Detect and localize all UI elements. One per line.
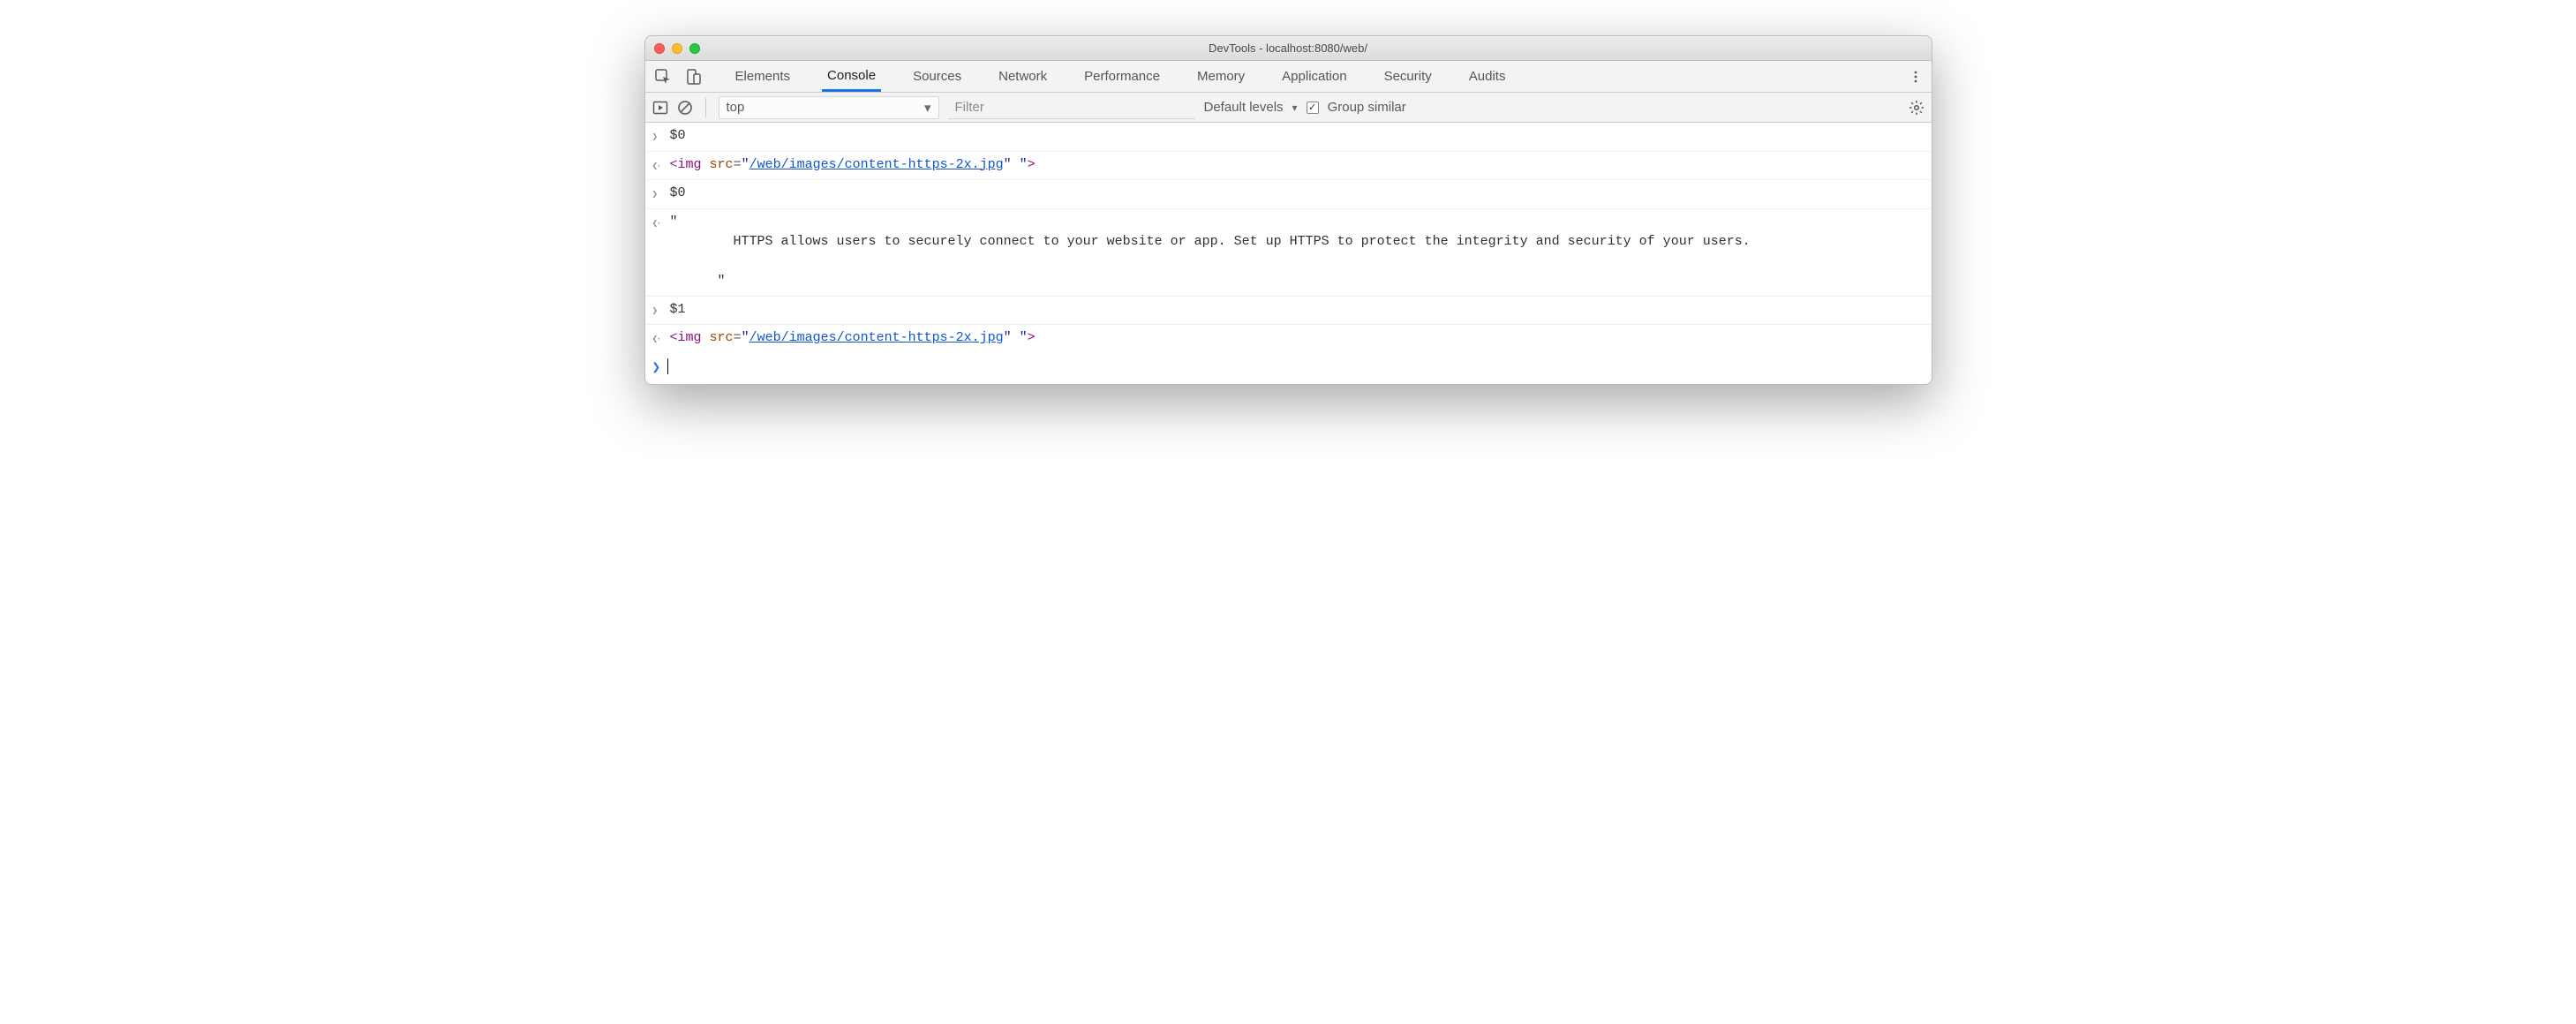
console-message: $1 bbox=[670, 300, 1923, 320]
tab-security[interactable]: Security bbox=[1379, 61, 1437, 92]
context-value: top bbox=[727, 100, 745, 115]
console-toolbar: top ▾ Default levels ✓ Group similar bbox=[645, 93, 1932, 123]
console-input-row: $0 bbox=[645, 123, 1932, 152]
tab-console[interactable]: Console bbox=[822, 61, 881, 92]
main-tabbar: Elements Console Sources Network Performance… bbox=[645, 61, 1932, 93]
console-message: <img src="/web/images/content-https-2x.j… bbox=[670, 328, 1923, 349]
inspect-element-icon[interactable] bbox=[651, 64, 675, 89]
titlebar: DevTools - localhost:8080/web/ bbox=[645, 36, 1932, 61]
log-levels-label: Default levels bbox=[1204, 100, 1284, 115]
gear-icon[interactable] bbox=[1909, 100, 1924, 116]
console-input-row: $1 bbox=[645, 297, 1932, 326]
input-marker-icon bbox=[652, 126, 670, 147]
console-input-row: $0 bbox=[645, 180, 1932, 209]
output-marker-icon bbox=[652, 155, 670, 177]
tab-application[interactable]: Application bbox=[1277, 61, 1352, 92]
prompt-caret-icon: ❯ bbox=[652, 358, 661, 375]
console-message: <img src="/web/images/content-https-2x.j… bbox=[670, 155, 1923, 176]
group-similar-label: Group similar bbox=[1328, 100, 1406, 115]
tab-elements[interactable]: Elements bbox=[730, 61, 796, 92]
link[interactable]: /web/images/content-https-2x.jpg bbox=[749, 157, 1004, 172]
zoom-window-button[interactable] bbox=[689, 43, 700, 54]
filter-input[interactable] bbox=[948, 96, 1195, 119]
input-marker-icon bbox=[652, 184, 670, 205]
tab-sources[interactable]: Sources bbox=[908, 61, 967, 92]
output-marker-icon bbox=[652, 213, 670, 234]
console-message: $0 bbox=[670, 184, 1923, 204]
clear-console-icon[interactable] bbox=[677, 100, 693, 116]
console-output-row: <img src="/web/images/content-https-2x.j… bbox=[645, 325, 1932, 353]
minimize-window-button[interactable] bbox=[672, 43, 682, 54]
tab-network[interactable]: Network bbox=[993, 61, 1052, 92]
input-marker-icon bbox=[652, 300, 670, 321]
console-output-row: " HTTPS allows users to securely connect… bbox=[645, 209, 1932, 297]
toggle-sidebar-icon[interactable] bbox=[652, 100, 668, 116]
tab-audits[interactable]: Audits bbox=[1464, 61, 1511, 92]
console-message: $0 bbox=[670, 126, 1923, 147]
text-cursor bbox=[667, 358, 668, 374]
console-output: $0 <img src="/web/images/content-https-2x… bbox=[645, 123, 1932, 353]
tab-performance[interactable]: Performance bbox=[1079, 61, 1165, 92]
console-prompt[interactable]: ❯ bbox=[645, 353, 1932, 384]
chevron-down-icon: ▾ bbox=[924, 100, 931, 116]
console-output-row: <img src="/web/images/content-https-2x.j… bbox=[645, 152, 1932, 181]
console-message: " HTTPS allows users to securely connect… bbox=[670, 213, 1923, 292]
device-toolbar-icon[interactable] bbox=[681, 64, 705, 89]
close-window-button[interactable] bbox=[654, 43, 665, 54]
kebab-menu-icon[interactable] bbox=[1909, 70, 1923, 84]
tab-memory[interactable]: Memory bbox=[1192, 61, 1250, 92]
context-select[interactable]: top ▾ bbox=[719, 96, 939, 119]
window-title: DevTools - localhost:8080/web/ bbox=[1209, 41, 1367, 55]
window-controls bbox=[654, 43, 700, 54]
output-marker-icon bbox=[652, 328, 670, 350]
link[interactable]: /web/images/content-https-2x.jpg bbox=[749, 330, 1004, 345]
devtools-window: DevTools - localhost:8080/web/ Elements C… bbox=[644, 35, 1932, 385]
log-levels-select[interactable]: Default levels bbox=[1204, 100, 1298, 115]
separator bbox=[705, 98, 706, 117]
tabs: Elements Console Sources Network Performance… bbox=[730, 61, 1511, 92]
group-similar-checkbox[interactable]: ✓ bbox=[1307, 102, 1319, 114]
